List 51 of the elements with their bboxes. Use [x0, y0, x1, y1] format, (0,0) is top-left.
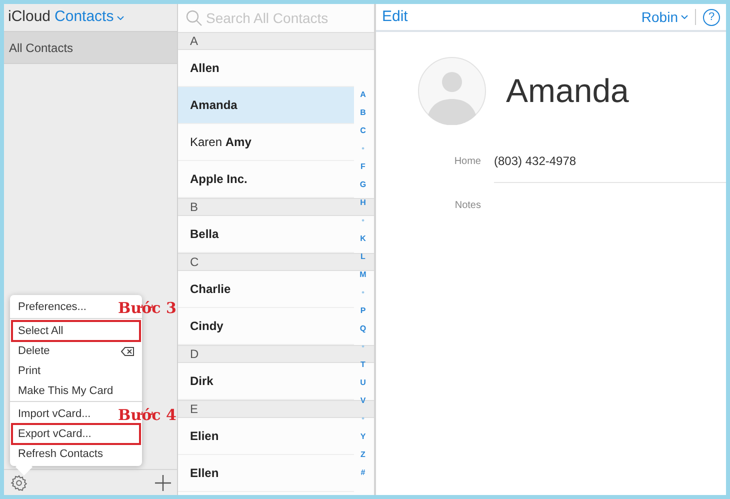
field-label: Home — [453, 154, 482, 168]
index-letter[interactable]: P — [360, 302, 366, 320]
field-label: Notes — [454, 198, 482, 212]
help-button[interactable]: ? — [703, 8, 720, 26]
contact-row[interactable]: Ellen — [178, 455, 354, 492]
menu-item[interactable]: Export vCard... — [12, 424, 140, 444]
contact-row[interactable]: Karen Amy — [178, 124, 354, 161]
chevron-icon — [116, 16, 124, 20]
search-field[interactable]: Search All Contacts — [206, 8, 366, 28]
index-letter[interactable]: T — [360, 356, 366, 374]
index-letter[interactable]: Z — [360, 446, 366, 464]
menu-item[interactable]: Print — [10, 361, 49, 381]
sidebar-item[interactable]: All Contacts — [4, 32, 177, 64]
index-letter[interactable]: L — [360, 248, 366, 266]
index-letter[interactable]: U — [360, 374, 366, 392]
menu-item[interactable]: Preferences... — [10, 297, 94, 317]
avatar — [418, 57, 486, 125]
search-icon — [186, 10, 202, 26]
chevron-icon — [681, 15, 688, 19]
menu-item[interactable]: Delete — [10, 341, 142, 361]
account-menu[interactable]: Robin — [641, 6, 688, 28]
step-annotation: Bước 3 — [118, 298, 176, 319]
index-letter[interactable]: C — [360, 122, 366, 140]
add-icon[interactable] — [155, 474, 171, 490]
menu-item[interactable]: Refresh Contacts — [10, 444, 111, 464]
index-letter[interactable]: # — [360, 464, 366, 482]
index-letter[interactable]: Y — [360, 428, 366, 446]
index-letter[interactable]: H — [360, 194, 366, 212]
step-annotation: Bước 4 — [118, 405, 176, 426]
edit-button[interactable]: Edit — [382, 6, 408, 28]
brand-label: iCloud — [8, 7, 51, 28]
index-letter[interactable]: M — [360, 266, 366, 284]
menu-item[interactable]: Make This My Card — [10, 381, 122, 401]
contact-row[interactable]: Charlie — [178, 271, 354, 308]
contact-row[interactable]: Elien — [178, 418, 354, 455]
index-letter[interactable]: K — [360, 230, 366, 248]
index-letter[interactable]: B — [360, 104, 366, 122]
menu-item[interactable]: Select All — [12, 321, 140, 341]
app-switcher[interactable]: Contacts — [54, 6, 124, 29]
index-letter[interactable]: G — [360, 176, 366, 194]
section-header: A — [178, 32, 374, 50]
contact-name: Amanda — [506, 71, 629, 112]
menu-item[interactable]: Import vCard... — [10, 404, 99, 424]
index-letter[interactable]: Q — [360, 320, 366, 338]
index-letter[interactable]: F — [360, 158, 366, 176]
contact-row[interactable]: Amanda — [178, 87, 354, 124]
index-letter[interactable]: A — [360, 86, 366, 104]
settings-icon[interactable] — [10, 474, 28, 492]
delete-key-icon — [121, 346, 134, 356]
field-value: (803) 432-4978 — [494, 152, 576, 170]
index-letter[interactable]: V — [360, 392, 366, 410]
